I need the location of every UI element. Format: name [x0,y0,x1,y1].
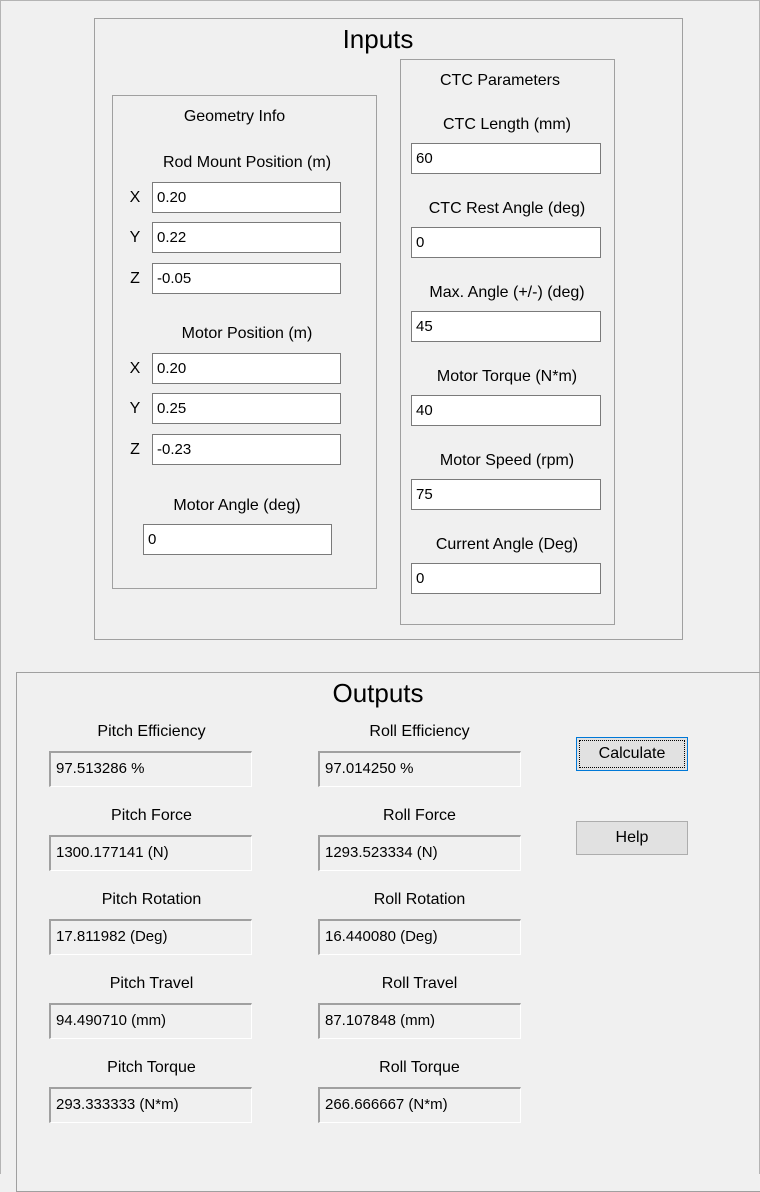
calculate-button-label: Calculate [598,745,666,762]
current-angle-input[interactable] [411,563,601,594]
motor-torque-input[interactable] [411,395,601,426]
pitch-travel-label: Pitch Travel [109,975,194,992]
max-angle-input[interactable] [411,311,601,342]
motor-position-label: Motor Position (m) [181,325,313,342]
ctc-length-label: CTC Length (mm) [442,116,572,133]
ctc-rest-angle-label: CTC Rest Angle (deg) [428,200,586,217]
roll-rotation-label: Roll Rotation [373,891,466,908]
outputs-title: Outputs [322,680,434,706]
rod-mount-x-input[interactable] [152,182,341,213]
motor-position-z-label: Z [130,441,140,458]
motor-position-x-label: X [129,360,141,377]
rod-mount-y-input[interactable] [152,222,341,253]
roll-torque-label: Roll Torque [379,1059,460,1076]
current-angle-label: Current Angle (Deg) [435,536,579,553]
motor-position-y-label: Y [129,400,141,417]
geometry-info-title: Geometry Info [183,108,286,125]
ctc-rest-angle-input[interactable] [411,227,601,258]
roll-force-value: 1293.523334 (N) [318,835,521,871]
ctc-parameters-title: CTC Parameters [439,72,561,89]
inputs-title: Inputs [336,26,420,52]
rod-mount-y-label: Y [129,229,141,246]
pitch-force-label: Pitch Force [111,807,192,824]
roll-travel-label: Roll Travel [381,975,458,992]
motor-angle-label: Motor Angle (deg) [173,497,301,514]
pitch-efficiency-value: 97.513286 % [49,751,252,787]
pitch-efficiency-label: Pitch Efficiency [97,723,206,740]
motor-angle-input[interactable] [143,524,332,555]
rod-mount-z-input[interactable] [152,263,341,294]
motor-torque-label: Motor Torque (N*m) [436,368,578,385]
motor-speed-input[interactable] [411,479,601,510]
pitch-force-value: 1300.177141 (N) [49,835,252,871]
max-angle-label: Max. Angle (+/-) (deg) [429,284,585,301]
motor-position-z-input[interactable] [152,434,341,465]
pitch-travel-value: 94.490710 (mm) [49,1003,252,1039]
rod-mount-z-label: Z [130,270,140,287]
pitch-torque-value: 293.333333 (N*m) [49,1087,252,1123]
pitch-torque-label: Pitch Torque [107,1059,196,1076]
motor-position-x-input[interactable] [152,353,341,384]
help-button-label: Help [615,829,649,846]
rod-mount-label: Rod Mount Position (m) [162,154,332,171]
calculate-button[interactable]: Calculate [576,737,688,771]
ctc-length-input[interactable] [411,143,601,174]
roll-rotation-value: 16.440080 (Deg) [318,919,521,955]
pitch-rotation-label: Pitch Rotation [101,891,202,908]
roll-efficiency-value: 97.014250 % [318,751,521,787]
roll-force-label: Roll Force [383,807,456,824]
motor-speed-label: Motor Speed (rpm) [439,452,575,469]
roll-efficiency-label: Roll Efficiency [369,723,470,740]
roll-torque-value: 266.666667 (N*m) [318,1087,521,1123]
roll-travel-value: 87.107848 (mm) [318,1003,521,1039]
pitch-rotation-value: 17.811982 (Deg) [49,919,252,955]
rod-mount-x-label: X [129,189,141,206]
motor-position-y-input[interactable] [152,393,341,424]
help-button[interactable]: Help [576,821,688,855]
